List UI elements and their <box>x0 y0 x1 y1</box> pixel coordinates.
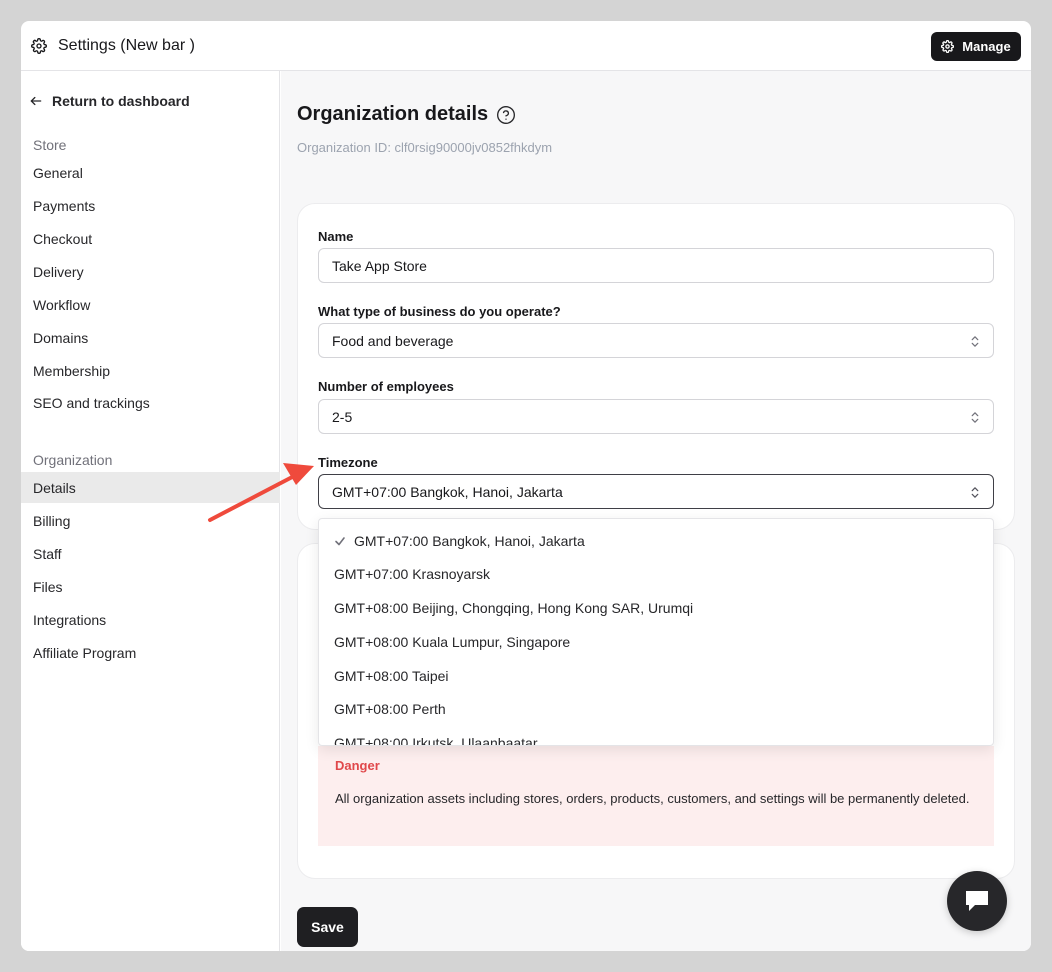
sidebar-item-payments[interactable]: Payments <box>21 190 280 221</box>
return-to-dashboard-link[interactable]: Return to dashboard <box>29 93 190 109</box>
timezone-option[interactable]: GMT+08:00 Beijing, Chongqing, Hong Kong … <box>334 600 693 616</box>
name-input[interactable]: Take App Store <box>318 248 994 283</box>
danger-text: All organization assets including stores… <box>335 791 970 806</box>
main-content: Organization details Organization ID: cl… <box>281 71 1031 951</box>
sidebar-item-integrations[interactable]: Integrations <box>21 604 280 635</box>
settings-window: Settings (New bar ) Manage Return to das… <box>21 21 1031 951</box>
timezone-dropdown: GMT+07:00 Bangkok, Hanoi, Jakarta GMT+07… <box>318 518 994 746</box>
chevron-up-down-icon <box>971 487 979 498</box>
sidebar-item-delivery[interactable]: Delivery <box>21 256 280 287</box>
sidebar-item-staff[interactable]: Staff <box>21 538 280 569</box>
chevron-up-down-icon <box>971 336 979 347</box>
window-title: Settings (New bar ) <box>58 37 195 54</box>
timezone-option[interactable]: GMT+08:00 Kuala Lumpur, Singapore <box>334 634 570 650</box>
timezone-option-label: GMT+07:00 Bangkok, Hanoi, Jakarta <box>354 533 585 549</box>
sidebar-item-membership[interactable]: Membership <box>21 355 280 386</box>
timezone-select[interactable]: GMT+07:00 Bangkok, Hanoi, Jakarta <box>318 474 994 509</box>
name-label: Name <box>318 229 354 244</box>
danger-title: Danger <box>335 758 380 773</box>
top-bar: Settings (New bar ) Manage <box>21 21 1031 71</box>
return-to-dashboard-label: Return to dashboard <box>52 93 190 109</box>
timezone-option[interactable]: GMT+07:00 Bangkok, Hanoi, Jakarta <box>334 533 585 549</box>
sidebar-item-workflow[interactable]: Workflow <box>21 289 280 320</box>
employees-select[interactable]: 2-5 <box>318 399 994 434</box>
business-type-value: Food and beverage <box>332 332 454 349</box>
sidebar-item-seo-and-trackings[interactable]: SEO and trackings <box>21 387 280 418</box>
page-title: Organization details <box>297 103 516 126</box>
organization-id: Organization ID: clf0rsig90000jv0852fhkd… <box>297 140 553 155</box>
sidebar-group-store: Store <box>33 137 67 153</box>
manage-button[interactable]: Manage <box>931 32 1021 61</box>
sidebar-item-domains[interactable]: Domains <box>21 322 280 353</box>
arrow-left-icon <box>30 96 42 106</box>
sidebar: Return to dashboard Store General Paymen… <box>21 71 280 951</box>
timezone-option[interactable]: GMT+08:00 Irkutsk, Ulaanbaatar <box>334 735 538 745</box>
help-icon[interactable] <box>496 105 516 125</box>
business-type-label: What type of business do you operate? <box>318 304 561 319</box>
save-button[interactable]: Save <box>297 907 358 947</box>
sidebar-group-organization: Organization <box>33 452 113 468</box>
sidebar-item-affiliate-program[interactable]: Affiliate Program <box>21 637 280 668</box>
sidebar-item-checkout[interactable]: Checkout <box>21 223 280 254</box>
timezone-label: Timezone <box>318 455 378 470</box>
gear-icon <box>31 38 47 54</box>
timezone-option[interactable]: GMT+08:00 Perth <box>334 701 446 717</box>
chat-button[interactable] <box>947 871 1007 931</box>
timezone-value: GMT+07:00 Bangkok, Hanoi, Jakarta <box>332 483 563 500</box>
sidebar-item-billing[interactable]: Billing <box>21 505 280 536</box>
sidebar-item-files[interactable]: Files <box>21 571 280 602</box>
timezone-option[interactable]: GMT+08:00 Taipei <box>334 668 449 684</box>
employees-value: 2-5 <box>332 408 353 425</box>
manage-label: Manage <box>962 39 1011 54</box>
chevron-up-down-icon <box>971 412 979 423</box>
sidebar-item-general[interactable]: General <box>21 157 280 188</box>
employees-label: Number of employees <box>318 379 454 394</box>
danger-box: Danger All organization assets including… <box>318 746 994 846</box>
check-icon <box>335 537 345 546</box>
gear-icon <box>941 40 955 53</box>
page-title-text: Organization details <box>297 103 489 125</box>
chat-bubble-icon <box>966 891 988 911</box>
sidebar-item-details[interactable]: Details <box>21 472 280 503</box>
business-type-select[interactable]: Food and beverage <box>318 323 994 358</box>
timezone-option[interactable]: GMT+07:00 Krasnoyarsk <box>334 566 490 582</box>
